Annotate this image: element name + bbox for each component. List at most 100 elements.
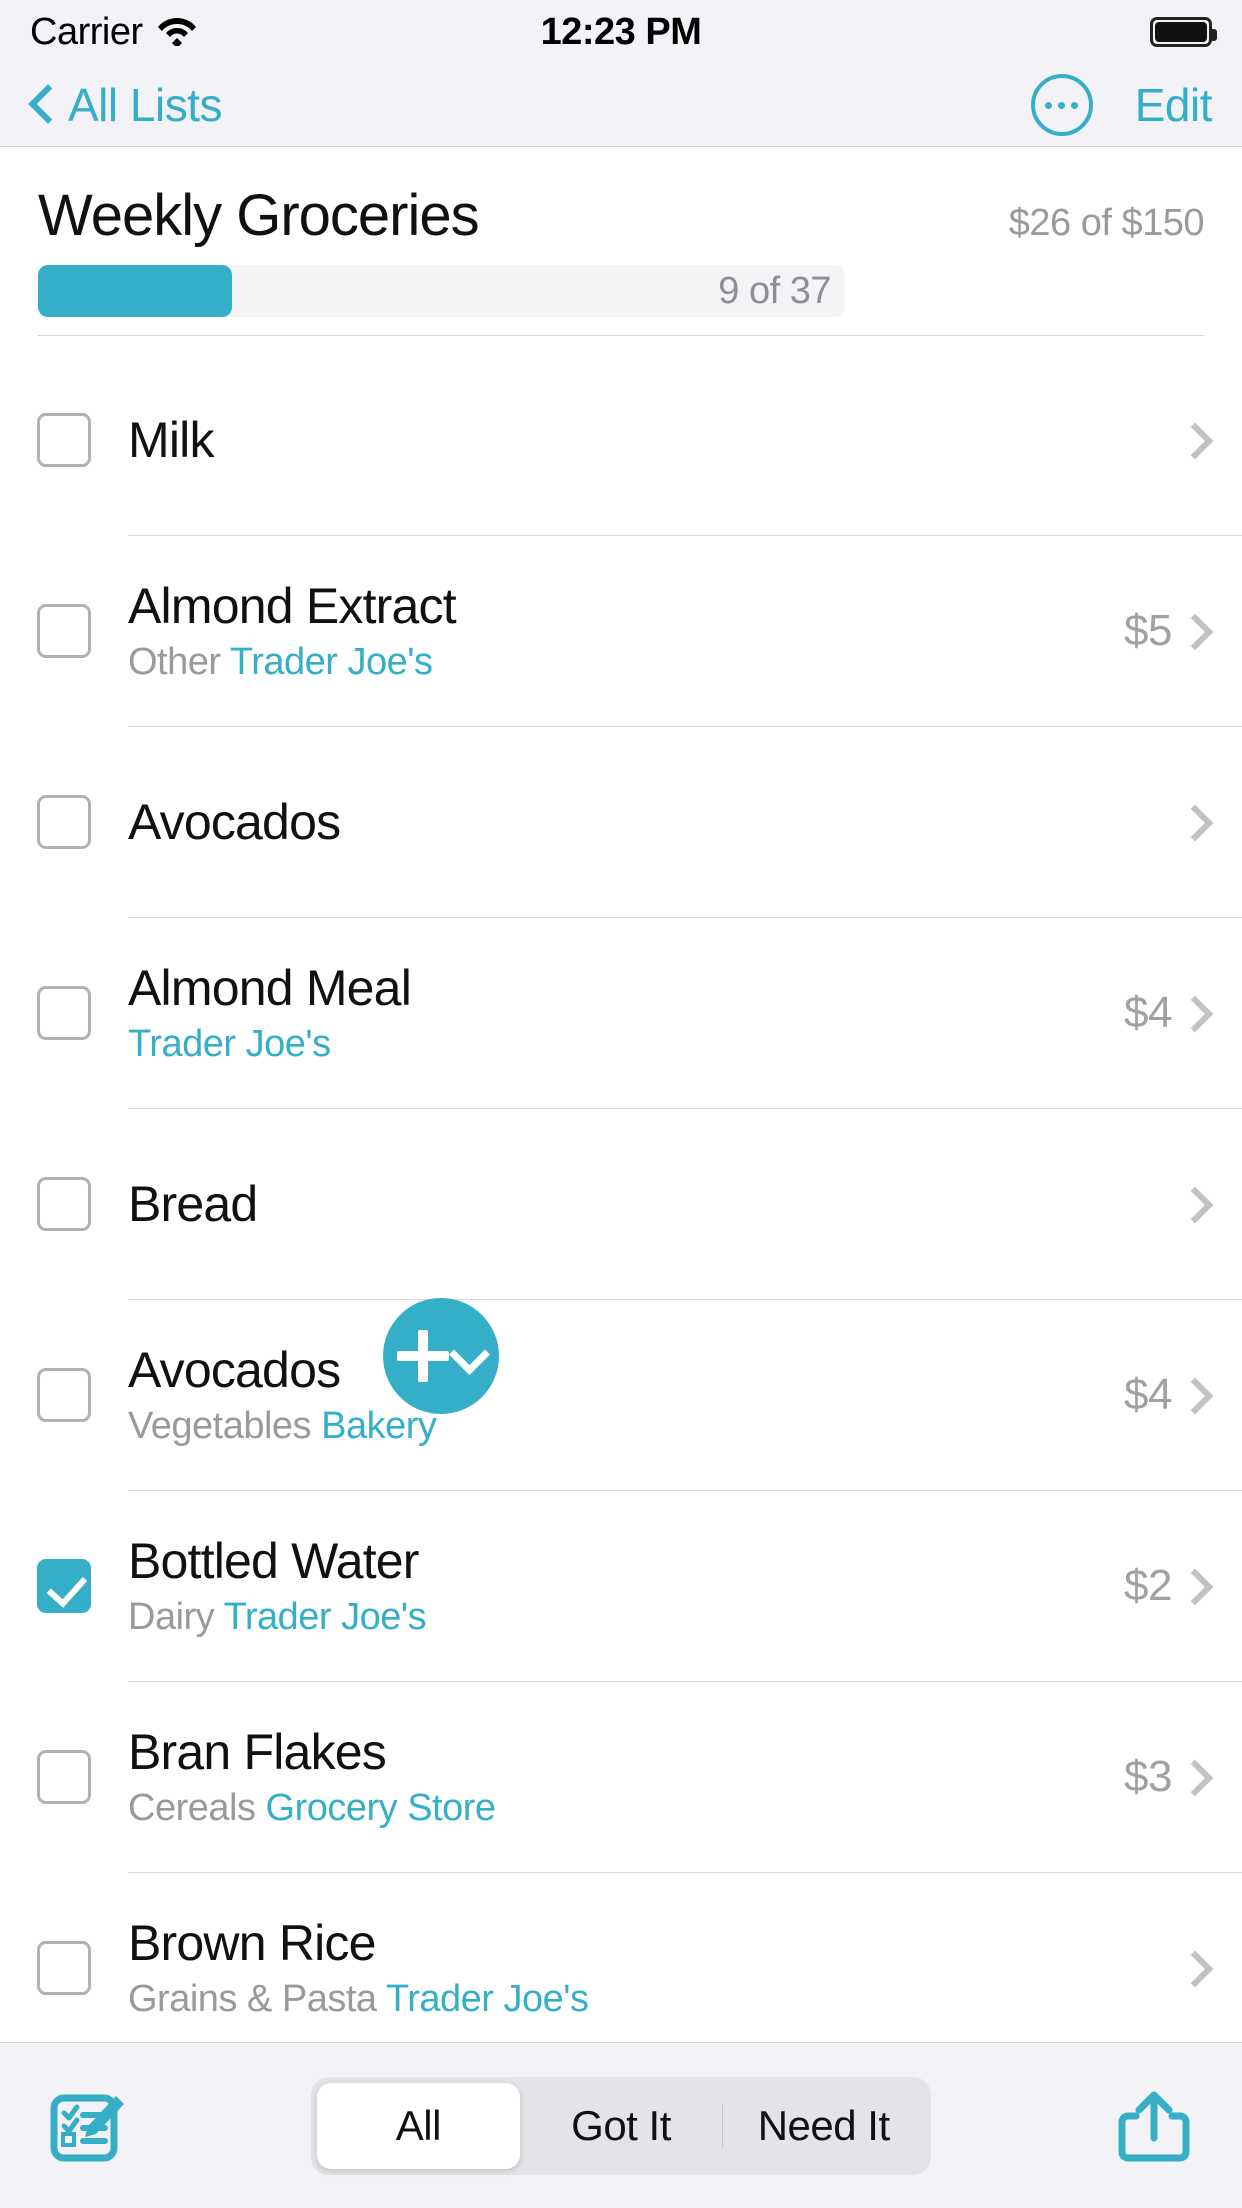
- item-checkbox-cell[interactable]: [0, 1368, 128, 1422]
- item-trailing: $2: [1124, 1561, 1204, 1611]
- item-checkbox-cell[interactable]: [0, 604, 128, 658]
- item-trailing: [1182, 1184, 1204, 1224]
- chevron-right-icon[interactable]: [1182, 420, 1204, 460]
- ellipsis-circle-icon[interactable]: [1030, 74, 1093, 136]
- checkbox-unchecked[interactable]: [37, 413, 91, 467]
- item-price: $4: [1124, 988, 1172, 1037]
- item-price: $4: [1124, 1370, 1172, 1419]
- item-category: Cereals: [128, 1786, 256, 1829]
- item-name: Brown Rice: [128, 1914, 376, 1971]
- item-text-block: Bottled Water Dairy Trader Joe's: [128, 1533, 1124, 1640]
- checklist-pencil-icon[interactable]: [40, 2078, 136, 2174]
- list-item[interactable]: Almond Extract Other Trader Joe's $5: [0, 536, 1242, 726]
- item-category: Vegetables: [128, 1404, 312, 1447]
- plus-icon: [397, 1330, 449, 1382]
- item-name: Avocados: [128, 1341, 341, 1398]
- clock-label: 12:23 PM: [540, 10, 702, 53]
- back-button[interactable]: All Lists: [30, 78, 222, 132]
- item-checkbox-cell[interactable]: [0, 1177, 128, 1231]
- item-store: Trader Joe's: [223, 1595, 427, 1638]
- item-name: Milk: [128, 412, 214, 468]
- item-subtitle: Vegetables Bakery: [128, 1404, 1108, 1449]
- status-bar-right: [1150, 17, 1217, 47]
- segment-need-it-label: Need It: [757, 2101, 890, 2149]
- chevron-right-icon[interactable]: [1182, 1757, 1204, 1797]
- header-divider: [38, 335, 1204, 336]
- checkbox-unchecked[interactable]: [37, 795, 91, 849]
- item-checkbox-cell[interactable]: [0, 795, 128, 849]
- segment-all[interactable]: All: [317, 2082, 520, 2169]
- chevron-right-icon[interactable]: [1182, 993, 1204, 1033]
- progress-row: 9 of 37: [38, 265, 1204, 317]
- item-trailing: $5: [1124, 606, 1204, 656]
- item-subtitle: Grains & Pasta Trader Joe's: [128, 1977, 1166, 2022]
- list-item[interactable]: Bottled Water Dairy Trader Joe's $2: [0, 1491, 1242, 1681]
- chevron-right-icon[interactable]: [1182, 1375, 1204, 1415]
- chevron-down-icon: [451, 1336, 485, 1376]
- chevron-right-icon[interactable]: [1182, 1184, 1204, 1224]
- checkbox-unchecked[interactable]: [37, 1368, 91, 1422]
- chevron-right-icon[interactable]: [1182, 1566, 1204, 1606]
- item-text-block: Bread: [128, 1176, 1182, 1232]
- item-store: Trader Joe's: [385, 1977, 589, 2020]
- item-trailing: $3: [1124, 1752, 1204, 1802]
- list-item[interactable]: Milk: [0, 345, 1242, 535]
- item-subtitle: Dairy Trader Joe's: [128, 1595, 1108, 1640]
- status-bar: Carrier 12:23 PM: [0, 0, 1242, 64]
- item-name: Bread: [128, 1176, 258, 1232]
- list-item[interactable]: Avocados Vegetables Bakery $4: [0, 1300, 1242, 1490]
- segment-divider: [722, 2104, 724, 2147]
- item-name: Avocados: [128, 794, 341, 850]
- checkbox-checked[interactable]: [37, 1559, 91, 1613]
- checkbox-unchecked[interactable]: [37, 1177, 91, 1231]
- item-category: Grains & Pasta: [128, 1977, 377, 2020]
- checkbox-unchecked[interactable]: [37, 1750, 91, 1804]
- list-item[interactable]: Brown Rice Grains & Pasta Trader Joe's: [0, 1873, 1242, 2042]
- item-store: Trader Joe's: [128, 1022, 331, 1065]
- progress-track: 9 of 37: [38, 265, 845, 317]
- checkbox-unchecked[interactable]: [37, 604, 91, 658]
- item-text-block: Brown Rice Grains & Pasta Trader Joe's: [128, 1915, 1182, 2022]
- segment-got-it[interactable]: Got It: [520, 2083, 723, 2169]
- filter-segmented-control[interactable]: All Got It Need It: [311, 2076, 931, 2175]
- navigation-bar-actions: Edit: [1030, 74, 1213, 136]
- list-item[interactable]: Bread: [0, 1109, 1242, 1299]
- chevron-right-icon[interactable]: [1182, 611, 1204, 651]
- item-price: $5: [1124, 606, 1172, 655]
- share-icon[interactable]: [1106, 2078, 1202, 2174]
- item-count-label: 9 of 37: [718, 270, 831, 312]
- item-name: Almond Meal: [128, 959, 412, 1016]
- chevron-left-icon: [30, 84, 56, 126]
- item-checkbox-cell[interactable]: [0, 413, 128, 467]
- item-price: $2: [1124, 1561, 1172, 1610]
- edit-button[interactable]: Edit: [1135, 78, 1213, 132]
- chevron-right-icon[interactable]: [1182, 1948, 1204, 1988]
- list-item[interactable]: Bran Flakes Cereals Grocery Store $3: [0, 1682, 1242, 1872]
- checkbox-unchecked[interactable]: [37, 1941, 91, 1995]
- item-checkbox-cell[interactable]: [0, 1941, 128, 1995]
- item-text-block: Avocados: [128, 794, 1182, 850]
- page-title: Weekly Groceries: [38, 183, 480, 248]
- item-subtitle: Other Trader Joe's: [128, 640, 1108, 685]
- item-checkbox-cell[interactable]: [0, 1559, 128, 1613]
- chevron-right-icon[interactable]: [1182, 802, 1204, 842]
- checkbox-unchecked[interactable]: [37, 986, 91, 1040]
- budget-label: $26 of $150: [1008, 202, 1205, 244]
- item-trailing: $4: [1124, 1370, 1204, 1420]
- shopping-item-list[interactable]: Milk Almond Extract Other Trader Joe's $5 Av…: [0, 345, 1242, 2042]
- segment-all-label: All: [395, 2101, 442, 2149]
- back-button-label: All Lists: [68, 79, 222, 131]
- list-item[interactable]: Avocados: [0, 727, 1242, 917]
- item-checkbox-cell[interactable]: [0, 1750, 128, 1804]
- item-checkbox-cell[interactable]: [0, 986, 128, 1040]
- navigation-bar: All Lists Edit: [0, 64, 1242, 147]
- progress-fill: [38, 265, 232, 317]
- add-item-button[interactable]: [383, 1298, 499, 1414]
- list-item[interactable]: Almond Meal Trader Joe's $4: [0, 918, 1242, 1108]
- item-text-block: Almond Extract Other Trader Joe's: [128, 578, 1124, 685]
- item-store: Grocery Store: [265, 1786, 497, 1829]
- bottom-toolbar: All Got It Need It: [0, 2042, 1242, 2208]
- app-screen: Carrier 12:23 PM All Lists Edit Weekly G…: [0, 0, 1242, 2208]
- item-trailing: [1182, 420, 1204, 460]
- segment-need-it[interactable]: Need It: [722, 2083, 925, 2169]
